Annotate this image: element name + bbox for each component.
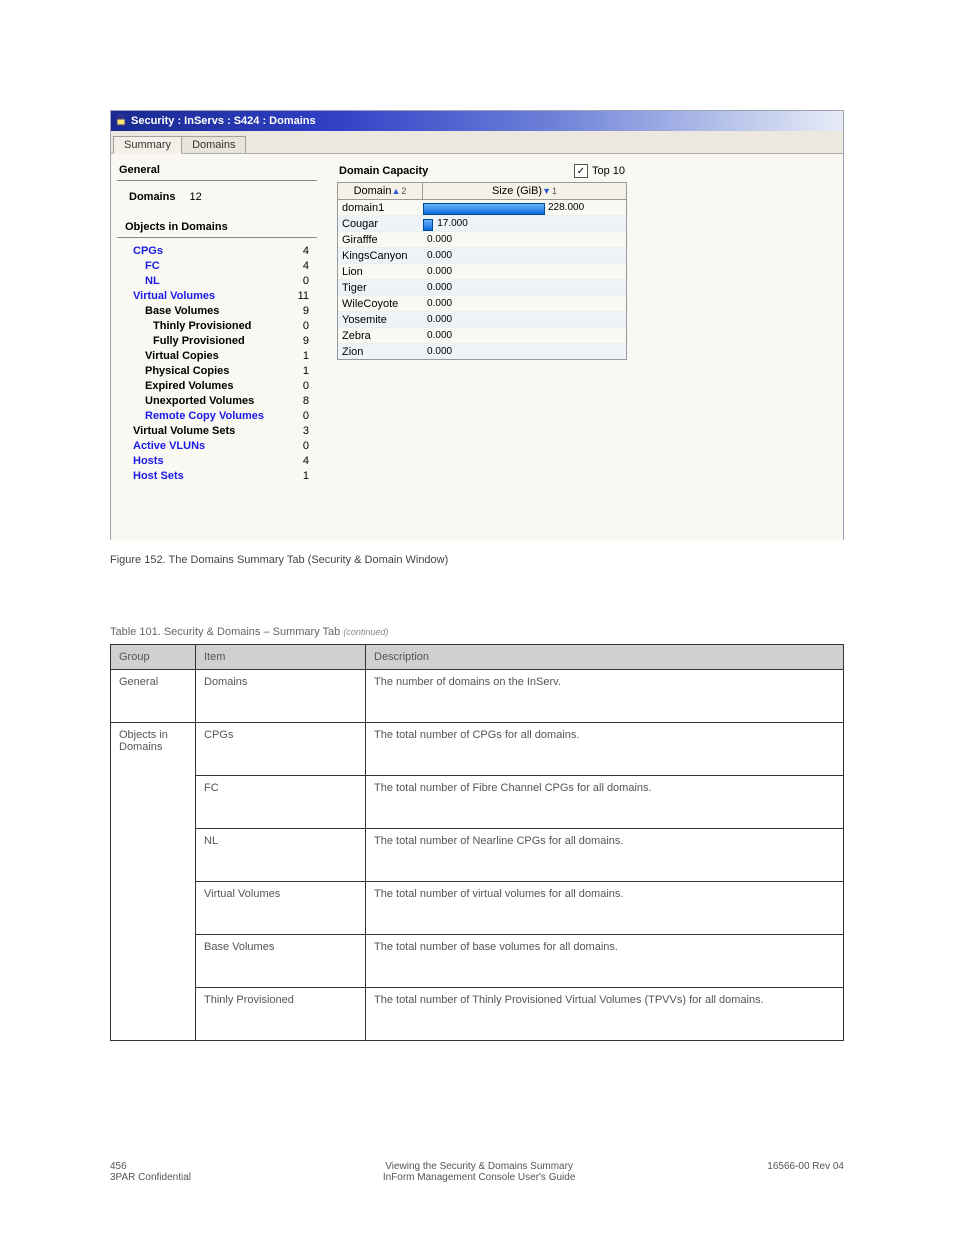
object-row[interactable]: Active VLUNs0 xyxy=(125,439,309,454)
capacity-row[interactable]: domain1228.000 xyxy=(338,200,626,216)
capacity-row[interactable]: Tiger0.000 xyxy=(338,280,626,296)
capacity-row[interactable]: KingsCanyon0.000 xyxy=(338,248,626,264)
object-row: Fully Provisioned9 xyxy=(125,334,309,349)
doc-table-row: Virtual VolumesThe total number of virtu… xyxy=(111,882,844,935)
object-row: Physical Copies1 xyxy=(125,364,309,379)
footer-right: 16566-00 Rev 04 xyxy=(767,1161,844,1183)
th-item: Item xyxy=(196,645,366,670)
doc-table-row: Objects in DomainsCPGsThe total number o… xyxy=(111,723,844,776)
capacity-panel: Domain Capacity ✓ Top 10 Domain ▲2 Size … xyxy=(337,160,627,534)
object-row: Virtual Volume Sets3 xyxy=(125,424,309,439)
object-row: Unexported Volumes8 xyxy=(125,394,309,409)
object-row: Virtual Copies1 xyxy=(125,349,309,364)
screenshot-panel: Security : InServs : S424 : Domains Summ… xyxy=(110,110,844,540)
object-row[interactable]: Host Sets1 xyxy=(125,469,309,484)
object-row[interactable]: Hosts4 xyxy=(125,454,309,469)
footer-left: 456 3PAR Confidential xyxy=(110,1161,191,1183)
capacity-row[interactable]: Girafffe0.000 xyxy=(338,232,626,248)
window-title: Security : InServs : S424 : Domains xyxy=(131,115,316,127)
capacity-row[interactable]: Yosemite0.000 xyxy=(338,312,626,328)
object-row[interactable]: NL0 xyxy=(125,274,309,289)
capacity-row[interactable]: Cougar17.000 xyxy=(338,216,626,232)
tabstrip: Summary Domains xyxy=(111,131,843,154)
content-area: General Domains12 Objects in Domains CPG… xyxy=(111,154,843,540)
domains-count: Domains12 xyxy=(117,187,317,217)
objects-heading: Objects in Domains xyxy=(117,217,317,238)
tab-summary[interactable]: Summary xyxy=(113,136,182,154)
object-row: Thinly Provisioned0 xyxy=(125,319,309,334)
doc-table-row: Base VolumesThe total number of base vol… xyxy=(111,935,844,988)
capacity-row[interactable]: Zebra0.000 xyxy=(338,328,626,344)
window-titlebar: Security : InServs : S424 : Domains xyxy=(111,111,843,131)
capacity-row[interactable]: Zion0.000 xyxy=(338,344,626,359)
capacity-heading: Domain Capacity xyxy=(339,165,428,177)
sort-desc-icon: ▼ xyxy=(542,186,551,196)
col-header-domain[interactable]: Domain ▲2 xyxy=(338,183,423,199)
tab-domains[interactable]: Domains xyxy=(181,136,246,153)
object-row[interactable]: Remote Copy Volumes0 xyxy=(125,409,309,424)
object-row[interactable]: FC4 xyxy=(125,259,309,274)
objects-list: CPGs4FC4NL0Virtual Volumes11Base Volumes… xyxy=(117,244,317,484)
lock-icon xyxy=(115,114,131,129)
general-heading: General xyxy=(117,160,317,181)
doc-table-title: Table 101. Security & Domains – Summary … xyxy=(110,626,844,638)
doc-table-row: GeneralDomainsThe number of domains on t… xyxy=(111,670,844,723)
capacity-table: Domain ▲2 Size (GiB) ▼1 domain1228.000Co… xyxy=(337,182,627,360)
doc-table-row: Thinly ProvisionedThe total number of Th… xyxy=(111,988,844,1041)
object-row[interactable]: Virtual Volumes11 xyxy=(125,289,309,304)
doc-table-row: NLThe total number of Nearline CPGs for … xyxy=(111,829,844,882)
checkbox-icon: ✓ xyxy=(574,164,588,178)
page-footer: 456 3PAR Confidential Viewing the Securi… xyxy=(110,1161,844,1183)
footer-center: Viewing the Security & Domains Summary I… xyxy=(383,1161,576,1183)
general-panel: General Domains12 Objects in Domains CPG… xyxy=(117,160,317,534)
doc-table: Group Item Description GeneralDomainsThe… xyxy=(110,644,844,1041)
sort-asc-icon: ▲ xyxy=(391,186,400,196)
capacity-row[interactable]: WileCoyote0.000 xyxy=(338,296,626,312)
th-desc: Description xyxy=(366,645,844,670)
capacity-row[interactable]: Lion0.000 xyxy=(338,264,626,280)
object-row[interactable]: CPGs4 xyxy=(125,244,309,259)
th-group: Group xyxy=(111,645,196,670)
object-row: Expired Volumes0 xyxy=(125,379,309,394)
object-row: Base Volumes9 xyxy=(125,304,309,319)
col-header-size[interactable]: Size (GiB) ▼1 xyxy=(423,183,626,199)
figure-caption: Figure 152. The Domains Summary Tab (Sec… xyxy=(110,554,844,566)
doc-table-row: FCThe total number of Fibre Channel CPGs… xyxy=(111,776,844,829)
doc-table-wrap: Table 101. Security & Domains – Summary … xyxy=(110,626,844,1041)
top10-checkbox[interactable]: ✓ Top 10 xyxy=(574,164,625,178)
